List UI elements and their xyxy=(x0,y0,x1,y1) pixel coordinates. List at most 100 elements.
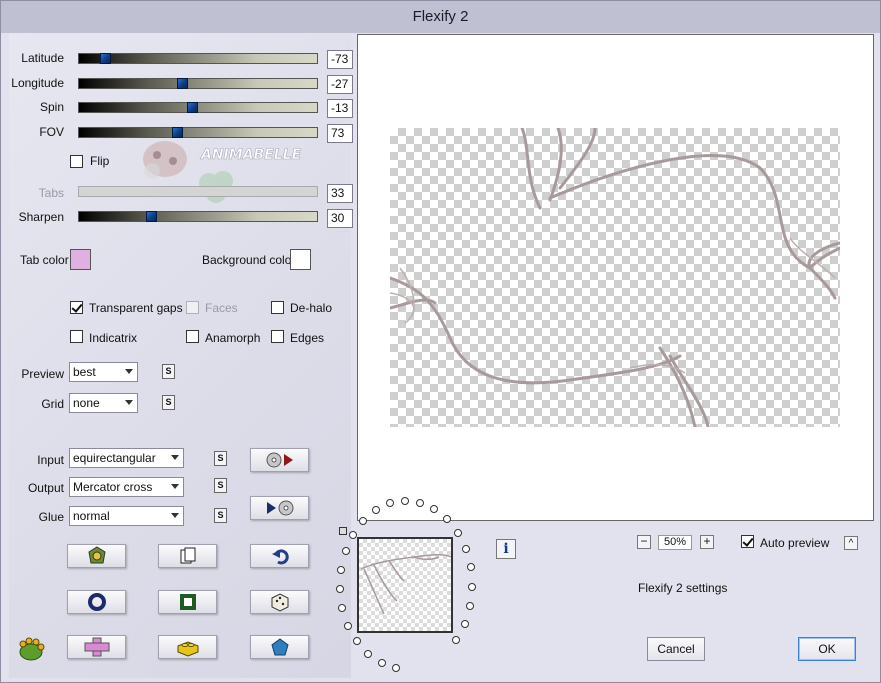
thumbnail-preview[interactable] xyxy=(357,537,453,633)
output-preview-button[interactable] xyxy=(250,496,309,520)
indicatrix-checkbox[interactable] xyxy=(70,330,83,343)
tool-button-1[interactable] xyxy=(67,544,126,568)
longitude-value[interactable]: -27 xyxy=(327,75,353,94)
rotation-dial-dot[interactable] xyxy=(465,601,474,610)
sharpen-label: Sharpen xyxy=(18,210,64,224)
rotation-dial-dot[interactable] xyxy=(416,498,425,507)
zoom-value[interactable]: 50% xyxy=(658,535,692,550)
edges-checkbox[interactable] xyxy=(271,330,284,343)
rotation-dial-dot[interactable] xyxy=(352,637,361,646)
tool-button-8[interactable] xyxy=(158,635,217,659)
grid-select[interactable]: none xyxy=(69,393,138,413)
tool-button-6[interactable] xyxy=(250,590,309,614)
rotation-dial-dot[interactable] xyxy=(466,563,475,572)
square-frame-icon xyxy=(179,594,196,610)
spin-value[interactable]: -13 xyxy=(327,99,353,118)
latitude-value[interactable]: -73 xyxy=(327,50,353,69)
auto-preview-checkbox[interactable] xyxy=(741,535,754,548)
zoom-in-button[interactable]: + xyxy=(700,535,714,549)
thumbnail-handle[interactable] xyxy=(339,527,347,535)
rotation-dial-dot[interactable] xyxy=(443,515,452,524)
frog-shield-icon xyxy=(87,546,106,564)
auto-preview-label: Auto preview xyxy=(760,536,830,550)
spin-thumb[interactable] xyxy=(187,102,198,113)
rotation-dial-dot[interactable] xyxy=(344,621,353,630)
tool-button-4[interactable] xyxy=(67,590,126,614)
preview-label: Preview xyxy=(21,367,64,381)
fov-value[interactable]: 73 xyxy=(327,124,353,143)
tab-color-swatch[interactable] xyxy=(70,249,91,270)
zoom-out-button[interactable]: − xyxy=(637,535,651,549)
flip-checkbox[interactable] xyxy=(70,155,83,168)
longitude-thumb[interactable] xyxy=(177,78,188,89)
anamorph-label: Anamorph xyxy=(205,331,261,345)
rotation-dial-dot[interactable] xyxy=(359,516,368,525)
grid-s-button[interactable]: S xyxy=(162,395,175,410)
input-s-button[interactable]: S xyxy=(214,451,227,466)
frog-paw-icon[interactable] xyxy=(17,636,45,662)
input-select-value: equirectangular xyxy=(73,451,156,465)
page-copy-icon xyxy=(180,547,195,564)
latitude-slider[interactable] xyxy=(78,53,318,64)
rotation-dial-dot[interactable] xyxy=(453,528,462,537)
output-select[interactable]: Mercator cross xyxy=(69,477,184,497)
watermark-text: ANIMABELLE xyxy=(200,147,302,163)
rotation-dial-dot[interactable] xyxy=(349,530,358,539)
rotation-dial-dot[interactable] xyxy=(336,584,345,593)
fov-slider[interactable] xyxy=(78,127,318,138)
main-preview[interactable] xyxy=(357,34,874,521)
rotation-dial-dot[interactable] xyxy=(337,565,346,574)
sharpen-slider[interactable] xyxy=(78,211,318,222)
tool-button-7[interactable] xyxy=(67,635,126,659)
preview-select[interactable]: best xyxy=(69,362,138,382)
background-color-swatch[interactable] xyxy=(290,249,311,270)
latitude-thumb[interactable] xyxy=(100,53,111,64)
tool-button-2[interactable] xyxy=(158,544,217,568)
info-button[interactable]: i xyxy=(496,539,516,559)
preview-image xyxy=(388,126,842,429)
output-select-value: Mercator cross xyxy=(73,480,153,494)
glue-s-button[interactable]: S xyxy=(214,508,227,523)
longitude-slider[interactable] xyxy=(78,78,318,89)
chevron-down-icon xyxy=(171,513,179,518)
chevron-down-icon xyxy=(171,484,179,489)
glue-select[interactable]: normal xyxy=(69,506,184,526)
rotation-dial-dot[interactable] xyxy=(392,664,401,673)
spin-slider[interactable] xyxy=(78,102,318,113)
transparent-gaps-label: Transparent gaps xyxy=(89,301,183,315)
anamorph-checkbox[interactable] xyxy=(186,330,199,343)
ring-icon xyxy=(87,593,106,611)
sharpen-thumb[interactable] xyxy=(146,211,157,222)
preview-s-button[interactable]: S xyxy=(162,364,175,379)
tool-button-9[interactable] xyxy=(250,635,309,659)
watermark-ladybug-logo: ANIMABELLE xyxy=(143,141,302,203)
tabs-value[interactable]: 33 xyxy=(327,184,353,203)
rotation-dial-dot[interactable] xyxy=(460,619,469,628)
cancel-button[interactable]: Cancel xyxy=(647,637,705,661)
undo-icon xyxy=(271,549,289,565)
rotation-dial-dot[interactable] xyxy=(461,545,470,554)
sharpen-value[interactable]: 30 xyxy=(327,209,353,228)
settings-panel: ANIMABELLE Latitude -73 Longitude -27 Sp… xyxy=(9,33,353,678)
rotation-dial-dot[interactable] xyxy=(341,547,350,556)
background-color-label: Background color xyxy=(202,253,296,267)
grid-select-value: none xyxy=(73,396,100,410)
de-halo-checkbox[interactable] xyxy=(271,301,284,314)
rotation-dial-dot[interactable] xyxy=(452,635,461,644)
rotation-dial-dot[interactable] xyxy=(467,582,476,591)
fov-thumb[interactable] xyxy=(172,127,183,138)
input-preview-button[interactable] xyxy=(250,448,309,472)
collapse-button[interactable]: ^ xyxy=(844,536,858,550)
input-select[interactable]: equirectangular xyxy=(69,448,184,468)
tool-button-3[interactable] xyxy=(250,544,309,568)
rotation-dial-dot[interactable] xyxy=(377,659,386,668)
rotation-dial-dot[interactable] xyxy=(364,649,373,658)
ok-button[interactable]: OK xyxy=(798,637,856,661)
tool-button-5[interactable] xyxy=(158,590,217,614)
dice-icon xyxy=(271,593,288,612)
preview-select-value: best xyxy=(73,365,96,379)
settings-name: Flexify 2 settings xyxy=(638,581,728,595)
output-s-button[interactable]: S xyxy=(214,478,227,493)
play-disc-icon xyxy=(266,500,293,516)
transparent-gaps-checkbox[interactable] xyxy=(70,301,83,314)
